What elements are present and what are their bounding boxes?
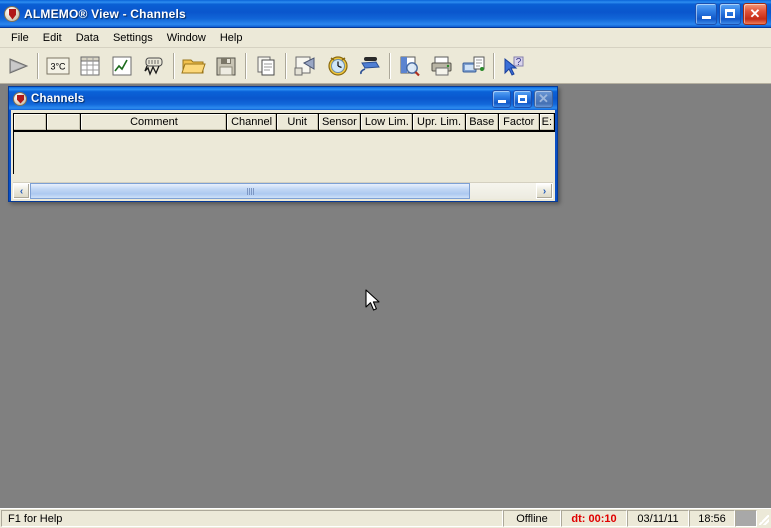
copy-pages-icon	[257, 56, 275, 75]
toolbar-separator	[173, 52, 175, 79]
connect-device-button[interactable]	[354, 50, 386, 82]
chart-view-button[interactable]	[106, 50, 138, 82]
menu-item-help[interactable]: Help	[213, 30, 250, 46]
channels-horizontal-scrollbar[interactable]: ‹ ›	[13, 182, 553, 199]
column-header-low-limit[interactable]: Low Lim.	[361, 113, 414, 131]
page-title: ALMEMO® View - Channels	[24, 6, 186, 21]
temperature-button[interactable]: 3°C	[42, 50, 74, 82]
column-header-factor[interactable]: Factor	[498, 113, 540, 131]
network-transfer-button[interactable]	[458, 50, 490, 82]
mouse-cursor	[365, 289, 380, 311]
mdi-client-area: Channels ✕ Comment Channel Unit Sensor L…	[0, 84, 771, 508]
device-list-button[interactable]	[138, 50, 170, 82]
close-button[interactable]: ✕	[743, 2, 767, 25]
alarm-clock-icon	[328, 55, 348, 76]
scroll-right-button[interactable]: ›	[536, 183, 553, 199]
almemo-logo-icon	[13, 91, 27, 106]
window-resize-grip[interactable]	[757, 510, 771, 527]
export-document-icon	[294, 56, 315, 75]
channels-grid-header: Comment Channel Unit Sensor Low Lim. Upr…	[13, 113, 555, 132]
export-button[interactable]	[290, 50, 322, 82]
main-toolbar: 3°C ?	[0, 48, 771, 84]
column-header-comment[interactable]: Comment	[81, 113, 228, 131]
channels-window-body: Comment Channel Unit Sensor Low Lim. Upr…	[11, 110, 555, 201]
temperature-3c-icon: 3°C	[46, 57, 70, 74]
toolbar-separator	[493, 52, 495, 79]
menu-item-data[interactable]: Data	[69, 30, 106, 46]
print-button[interactable]	[426, 50, 458, 82]
channels-close-button: ✕	[534, 89, 553, 108]
table-view-button[interactable]	[74, 50, 106, 82]
timer-button[interactable]	[322, 50, 354, 82]
window-controls: ✕	[695, 2, 769, 25]
play-triangle-icon	[9, 57, 29, 74]
menu-bar: File Edit Data Settings Window Help	[0, 28, 771, 48]
scroll-left-button[interactable]: ‹	[13, 183, 30, 199]
printer-icon	[431, 56, 452, 75]
menu-item-window[interactable]: Window	[160, 30, 213, 46]
toolbar-separator	[389, 52, 391, 79]
monitor-transfer-icon	[462, 56, 485, 72]
status-delta-time: dt: 00:10	[561, 510, 627, 527]
channels-window-title: Channels	[31, 92, 85, 105]
channels-titlebar: Channels ✕	[9, 87, 557, 110]
toolbar-separator	[285, 52, 287, 79]
print-preview-button[interactable]	[394, 50, 426, 82]
minimize-button[interactable]	[695, 2, 717, 25]
svg-text:?: ?	[516, 57, 522, 68]
menu-item-settings[interactable]: Settings	[106, 30, 160, 46]
almemo-logo-icon	[4, 5, 20, 22]
channels-grid-body[interactable]	[13, 132, 555, 174]
status-connection: Offline	[503, 510, 561, 527]
channels-grid: Comment Channel Unit Sensor Low Lim. Upr…	[11, 110, 555, 182]
channels-restore-button[interactable]	[513, 89, 532, 108]
column-header-select[interactable]	[13, 113, 48, 131]
svg-text:3°C: 3°C	[50, 61, 66, 71]
toolbar-separator	[245, 52, 247, 79]
copy-button[interactable]	[250, 50, 282, 82]
cable-plug-icon	[360, 56, 380, 74]
channels-window-controls: ✕	[492, 89, 555, 108]
channels-minimize-button[interactable]	[492, 89, 511, 108]
context-help-button[interactable]: ?	[498, 50, 530, 82]
floppy-disk-icon	[216, 57, 236, 75]
main-titlebar: ALMEMO® View - Channels ✕	[0, 0, 771, 28]
column-header-channel[interactable]: Channel	[227, 113, 277, 131]
toolbar-separator	[37, 52, 39, 79]
status-date: 03/11/11	[627, 510, 689, 527]
column-header-sensor[interactable]: Sensor	[318, 113, 362, 131]
status-bar: F1 for Help Offline dt: 00:10 03/11/11 1…	[0, 508, 771, 528]
measuring-device-icon	[144, 57, 163, 76]
print-preview-magnifier-icon	[400, 56, 420, 76]
maximize-button[interactable]	[719, 2, 741, 25]
line-chart-icon	[112, 56, 132, 75]
save-file-button[interactable]	[210, 50, 242, 82]
menu-item-file[interactable]: File	[4, 30, 36, 46]
scroll-track[interactable]	[30, 183, 536, 199]
column-header-exp[interactable]: E:	[539, 113, 555, 131]
scroll-thumb-grip-icon	[246, 187, 254, 195]
column-header-unit[interactable]: Unit	[276, 113, 319, 131]
open-file-button[interactable]	[178, 50, 210, 82]
status-indicator-box	[735, 510, 757, 527]
status-time: 18:56	[689, 510, 735, 527]
help-arrow-question-icon: ?	[504, 56, 524, 76]
start-measurement-button[interactable]	[2, 50, 34, 82]
channels-window: Channels ✕ Comment Channel Unit Sensor L…	[8, 86, 558, 202]
menu-item-edit[interactable]: Edit	[36, 30, 69, 46]
scroll-thumb[interactable]	[30, 183, 471, 199]
column-header-index[interactable]	[47, 113, 82, 131]
open-folder-icon	[181, 59, 206, 73]
status-help-hint: F1 for Help	[1, 510, 503, 527]
application-window: ALMEMO® View - Channels ✕ File Edit Data…	[0, 0, 771, 528]
column-header-upr-limit[interactable]: Upr. Lim.	[413, 113, 466, 131]
column-header-base[interactable]: Base	[465, 113, 499, 131]
table-grid-icon	[80, 56, 100, 75]
